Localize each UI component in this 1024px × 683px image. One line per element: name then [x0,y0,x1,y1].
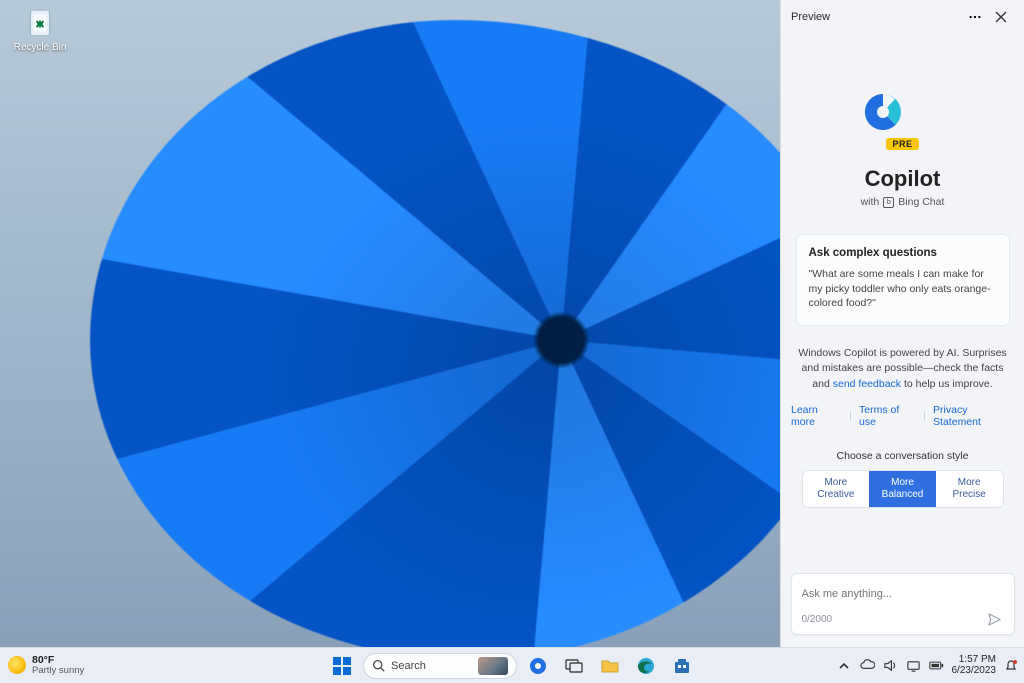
conversation-style-picker: More Creative More Balanced More Precise [802,470,1004,508]
ellipsis-icon [968,10,982,24]
taskbar-search[interactable]: Search [363,653,517,679]
pre-badge: PRE [886,138,918,150]
style-creative-l2: Creative [807,489,866,501]
send-icon [987,612,1002,627]
style-creative-l1: More [807,477,866,489]
sun-cloud-icon [8,656,26,674]
copilot-logo-area: PRE Copilot with b Bing Chat [861,90,945,208]
suggestion-card[interactable]: Ask complex questions "What are some mea… [796,234,1010,326]
copilot-sub-prefix: with [861,196,880,208]
style-balanced-button[interactable]: More Balanced [869,471,936,507]
system-tray: 1:57 PM 6/23/2023 [837,655,1024,676]
store-icon [673,657,691,675]
task-view-button[interactable] [559,651,589,681]
taskbar-search-label: Search [391,660,472,672]
recycle-bin-glyph-icon [23,6,57,40]
more-options-button[interactable] [962,4,988,30]
footer-links: Learn more Terms of use Privacy Statemen… [791,404,1014,428]
network-icon [906,658,921,673]
recycle-bin-label: Recycle Bin [10,42,70,53]
terms-link[interactable]: Terms of use [859,404,916,428]
tray-overflow-button[interactable] [837,658,852,673]
style-creative-button[interactable]: More Creative [803,471,870,507]
windows-logo-icon [332,656,352,676]
style-precise-button[interactable]: More Precise [936,471,1003,507]
folder-icon [600,656,620,676]
copilot-taskbar-icon [528,656,548,676]
weather-condition: Partly sunny [32,666,84,676]
disclaimer-post: to help us improve. [901,378,993,390]
file-explorer-button[interactable] [595,651,625,681]
style-balanced-l2: Balanced [873,489,932,501]
weather-widget[interactable]: 80°F Partly sunny [0,655,84,676]
bing-glyph-icon: b [883,197,894,208]
volume-tray-button[interactable] [883,658,898,673]
clock-time: 1:57 PM [952,655,997,666]
suggestion-card-title: Ask complex questions [809,247,997,259]
taskbar-center: Search [327,651,697,681]
start-button[interactable] [327,651,357,681]
disclaimer-text: Windows Copilot is powered by AI. Surpri… [798,346,1008,392]
style-precise-l2: Precise [940,489,999,501]
style-precise-l1: More [940,477,999,489]
copilot-brand-name: Copilot [861,166,945,192]
wallpaper-bloom [90,20,780,647]
network-tray-button[interactable] [906,658,921,673]
send-button[interactable] [986,610,1004,628]
clock-date: 6/23/2023 [952,666,997,677]
task-view-icon [565,657,583,675]
cloud-icon [860,658,875,673]
copilot-logo-icon [861,90,905,134]
speaker-icon [883,658,898,673]
copilot-header: Preview [781,0,1024,34]
edge-button[interactable] [631,651,661,681]
style-balanced-l1: More [873,477,932,489]
desktop-wallpaper[interactable]: Recycle Bin [0,0,780,647]
separator-icon [924,411,925,421]
copilot-input-box[interactable]: 0/2000 [791,573,1015,635]
char-counter: 0/2000 [802,614,833,625]
learn-more-link[interactable]: Learn more [791,404,842,428]
store-button[interactable] [667,651,697,681]
search-highlight-icon [478,657,508,675]
battery-tray-button[interactable] [929,658,944,673]
notifications-button[interactable] [1004,659,1018,673]
copilot-taskbar-button[interactable] [523,651,553,681]
copilot-panel: Preview PRE Copilot with b [780,0,1024,647]
recycle-bin-icon[interactable]: Recycle Bin [10,6,70,53]
taskbar: 80°F Partly sunny Search [0,647,1024,683]
edge-icon [636,656,656,676]
copilot-sub-suffix: Bing Chat [898,196,944,208]
separator-icon [850,411,851,421]
onedrive-tray-button[interactable] [860,658,875,673]
copilot-text-input[interactable] [802,588,1004,600]
send-feedback-link[interactable]: send feedback [833,378,901,390]
taskbar-clock[interactable]: 1:57 PM 6/23/2023 [952,655,997,676]
copilot-header-title: Preview [791,11,830,23]
privacy-link[interactable]: Privacy Statement [933,404,1014,428]
close-button[interactable] [988,4,1014,30]
close-icon [995,11,1007,23]
chevron-up-icon [838,660,850,672]
style-picker-title: Choose a conversation style [837,450,969,462]
search-icon [372,659,385,672]
suggestion-card-text: "What are some meals I can make for my p… [809,267,997,311]
bell-icon [1004,659,1018,673]
battery-icon [929,658,944,673]
copilot-subtitle: with b Bing Chat [861,196,945,208]
